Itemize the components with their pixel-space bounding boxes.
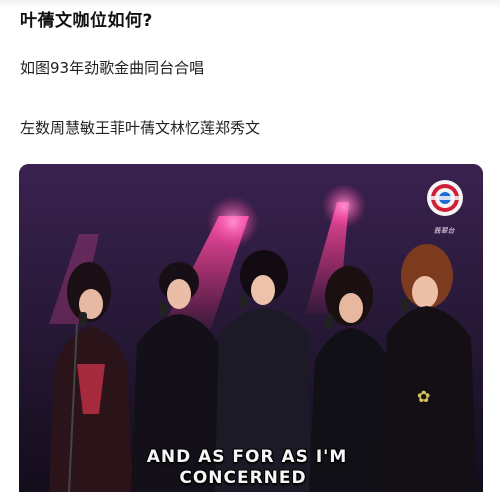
stage-scene-image: ✿ bbox=[19, 164, 483, 492]
video-frame[interactable]: ✿ 翡翠台 AND AS FOR AS I'M CONCERNED bbox=[19, 164, 483, 492]
subtitle-line-1: AND AS FOR AS I'M bbox=[146, 447, 348, 467]
tvb-logo-icon bbox=[420, 176, 470, 226]
question-title[interactable]: 叶蒨文咖位如何? bbox=[20, 6, 153, 31]
svg-text:✿: ✿ bbox=[417, 387, 430, 406]
answer-paragraph-1: 如图93年劲歌金曲同台合唱 bbox=[20, 59, 205, 77]
answer-paragraph-2: 左数周慧敏王菲叶蒨文林忆莲郑秀文 bbox=[20, 119, 261, 137]
subtitle-line-2: CONCERNED bbox=[179, 468, 307, 488]
channel-watermark: 翡翠台 bbox=[433, 227, 455, 235]
